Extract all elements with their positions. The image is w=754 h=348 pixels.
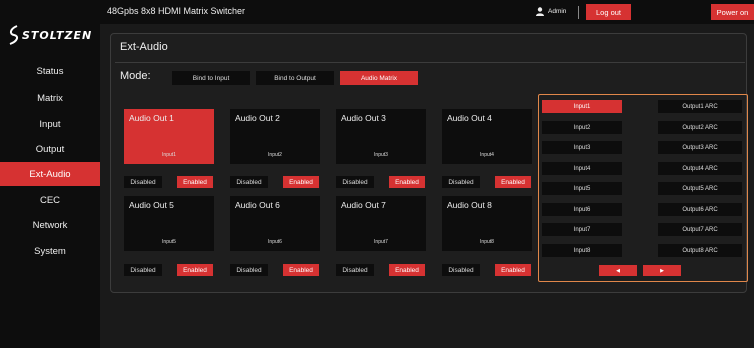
audio-out-title: Audio Out 2 [235,113,280,123]
audio-out-5-enabled-button[interactable]: Enabled [177,264,213,276]
audio-out-source: Input8 [480,239,494,245]
input-6-button[interactable]: Input6 [542,203,622,216]
output-4-arc-button[interactable]: Output4 ARC [658,162,742,175]
input-1-button[interactable]: Input1 [542,100,622,113]
output-8-arc-button[interactable]: Output8 ARC [658,244,742,257]
brand-name: STOLTZEN [22,28,93,42]
audio-out-3-enabled-button[interactable]: Enabled [389,176,425,188]
header-divider [578,6,579,19]
sidebar: STOLTZEN Status Matrix Input Output Ext-… [0,0,100,348]
audio-out-title: Audio Out 8 [447,200,492,210]
logout-button[interactable]: Log out [586,4,631,20]
audio-out-source: Input6 [268,239,282,245]
input-8-button[interactable]: Input8 [542,244,622,257]
output-6-arc-button[interactable]: Output6 ARC [658,203,742,216]
output-5-arc-button[interactable]: Output5 ARC [658,182,742,195]
audio-out-title: Audio Out 5 [129,200,174,210]
audio-out-title: Audio Out 6 [235,200,280,210]
triangle-right-icon: ▶ [660,267,664,274]
audio-out-8-disabled-button[interactable]: Disabled [442,264,480,276]
input-4-button[interactable]: Input4 [542,162,622,175]
audio-out-title: Audio Out 7 [341,200,386,210]
user-name: Admin [548,8,567,15]
audio-out-4-enabled-button[interactable]: Enabled [495,176,531,188]
prev-page-button[interactable]: ◀ [599,265,637,276]
brand-swoosh-icon [9,25,19,45]
audio-out-1-disabled-button[interactable]: Disabled [124,176,162,188]
audio-out-title: Audio Out 3 [341,113,386,123]
audio-out-source: Input5 [162,239,176,245]
sidebar-item-matrix[interactable]: Matrix [0,86,100,110]
power-on-button[interactable]: Power on [711,4,754,20]
audio-out-7-disabled-button[interactable]: Disabled [336,264,374,276]
top-bar: 48Gpbs 8x8 HDMI Matrix Switcher Admin Lo… [100,0,754,24]
audio-out-source: Input3 [374,152,388,158]
output-3-arc-button[interactable]: Output3 ARC [658,141,742,154]
input-7-button[interactable]: Input7 [542,223,622,236]
audio-out-6-enabled-button[interactable]: Enabled [283,264,319,276]
audio-out-source: Input4 [480,152,494,158]
audio-out-7-enabled-button[interactable]: Enabled [389,264,425,276]
input-3-button[interactable]: Input3 [542,141,622,154]
audio-out-6-disabled-button[interactable]: Disabled [230,264,268,276]
output-7-arc-button[interactable]: Output7 ARC [658,223,742,236]
mode-audio-matrix-button[interactable]: Audio Matrix [340,71,418,85]
sidebar-item-network[interactable]: Network [0,213,100,237]
app-title: 48Gpbs 8x8 HDMI Matrix Switcher [107,6,246,16]
audio-out-card-8[interactable]: Audio Out 8 Input8 [442,196,532,251]
audio-out-card-7[interactable]: Audio Out 7 Input7 [336,196,426,251]
sidebar-item-cec[interactable]: CEC [0,188,100,212]
next-page-button[interactable]: ▶ [643,265,681,276]
audio-out-source: Input2 [268,152,282,158]
panel-title: Ext-Audio [120,41,168,53]
input-5-button[interactable]: Input5 [542,182,622,195]
triangle-left-icon: ◀ [616,267,620,274]
audio-out-card-5[interactable]: Audio Out 5 Input5 [124,196,214,251]
mode-bind-to-input-button[interactable]: Bind to Input [172,71,250,85]
sidebar-item-input[interactable]: Input [0,112,100,136]
audio-out-card-2[interactable]: Audio Out 2 Input2 [230,109,320,164]
audio-out-source: Input7 [374,239,388,245]
audio-out-5-disabled-button[interactable]: Disabled [124,264,162,276]
audio-out-2-enabled-button[interactable]: Enabled [283,176,319,188]
sidebar-item-status[interactable]: Status [0,59,100,83]
audio-out-card-3[interactable]: Audio Out 3 Input3 [336,109,426,164]
audio-out-3-disabled-button[interactable]: Disabled [336,176,374,188]
mode-bind-to-output-button[interactable]: Bind to Output [256,71,334,85]
panel-divider [115,62,745,63]
output-2-arc-button[interactable]: Output2 ARC [658,121,742,134]
audio-out-1-enabled-button[interactable]: Enabled [177,176,213,188]
audio-out-4-disabled-button[interactable]: Disabled [442,176,480,188]
audio-out-title: Audio Out 4 [447,113,492,123]
output-1-arc-button[interactable]: Output1 ARC [658,100,742,113]
sidebar-item-system[interactable]: System [0,239,100,263]
sidebar-item-output[interactable]: Output [0,137,100,161]
input-2-button[interactable]: Input2 [542,121,622,134]
mode-label: Mode: [120,70,151,82]
audio-out-8-enabled-button[interactable]: Enabled [495,264,531,276]
audio-out-source: Input1 [162,152,176,158]
audio-out-2-disabled-button[interactable]: Disabled [230,176,268,188]
audio-out-title: Audio Out 1 [129,113,174,123]
sidebar-item-ext-audio[interactable]: Ext-Audio [0,162,100,186]
audio-out-card-6[interactable]: Audio Out 6 Input6 [230,196,320,251]
brand-logo: STOLTZEN [8,24,92,46]
audio-out-card-1[interactable]: Audio Out 1 Input1 [124,109,214,164]
user-icon [536,7,544,16]
audio-out-card-4[interactable]: Audio Out 4 Input4 [442,109,532,164]
